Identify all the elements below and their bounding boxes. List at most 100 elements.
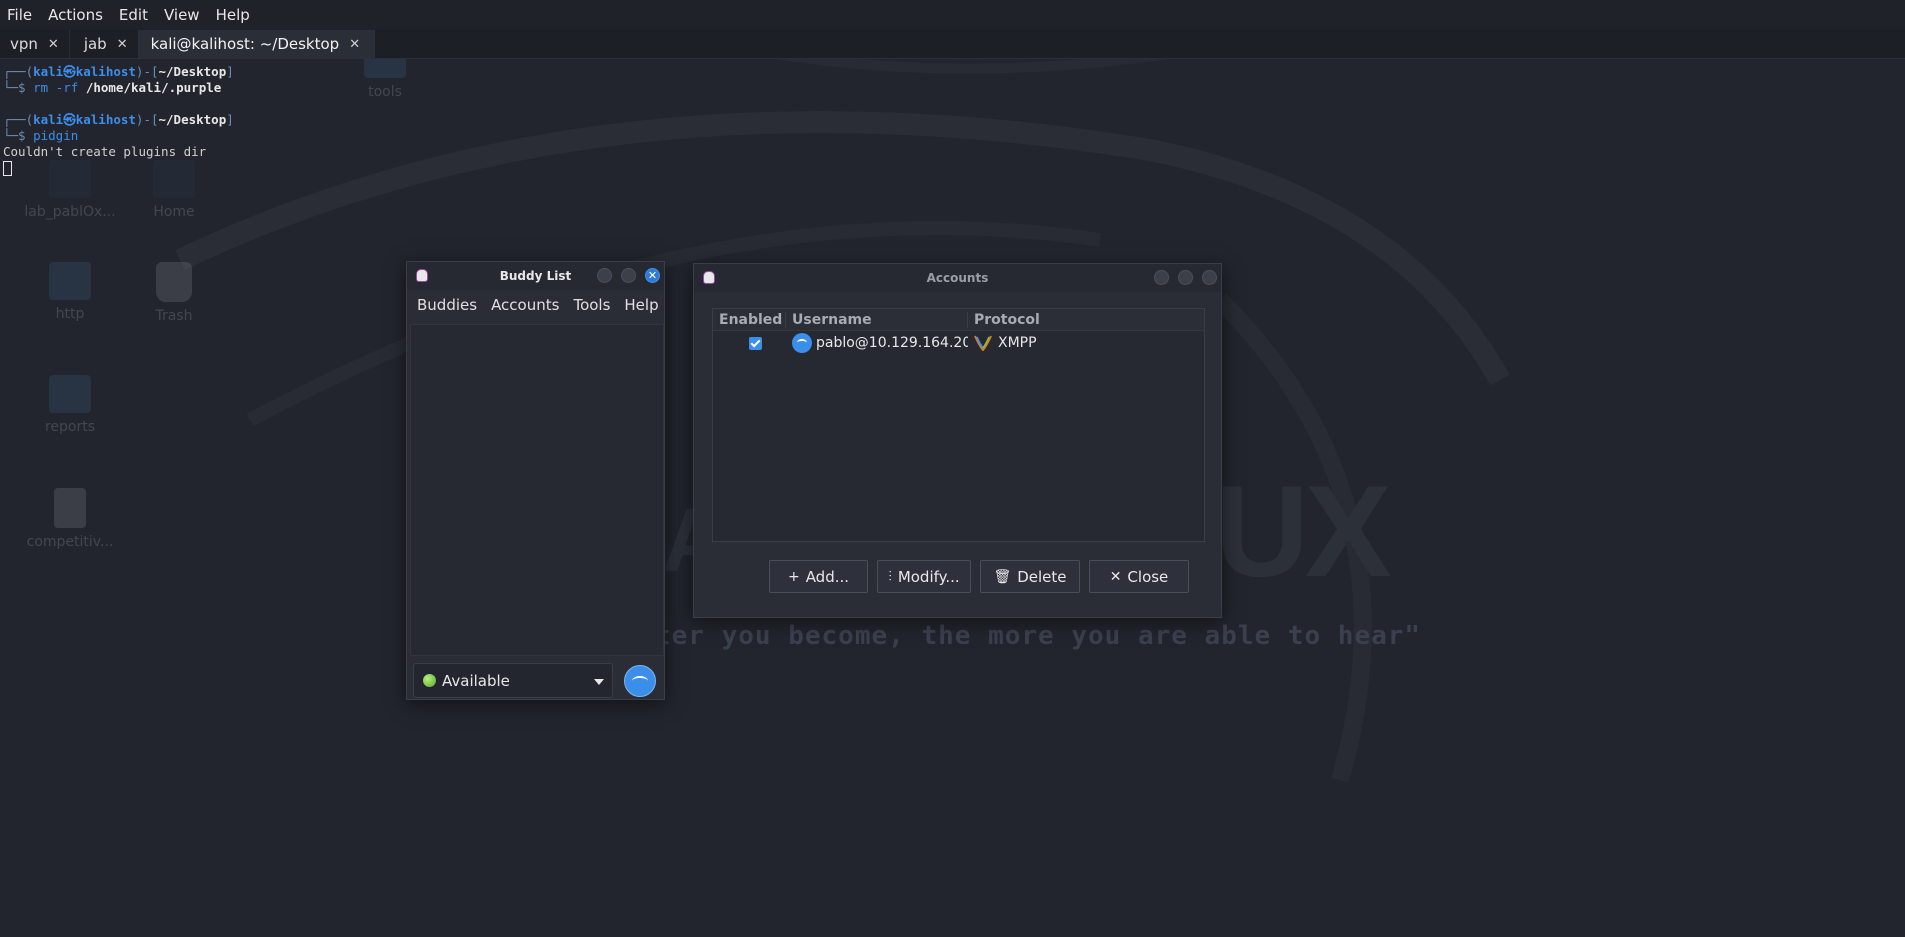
tab-vpn[interactable]: vpn ✕ — [0, 30, 70, 58]
window-title: Buddy List — [499, 269, 572, 283]
desktop-icon-label: Home — [153, 204, 195, 220]
delete-button[interactable]: 🗑 Delete — [980, 560, 1080, 593]
desktop-icon-label: tools — [368, 84, 402, 100]
buddy-list-tree[interactable] — [410, 324, 664, 656]
close-button[interactable]: ✕ — [645, 268, 660, 283]
prompt-symbol: └─$ — [3, 128, 34, 143]
column-enabled[interactable]: Enabled — [713, 311, 786, 328]
desktop-icon-label: http — [55, 306, 85, 322]
close-icon: ✕ — [1109, 568, 1122, 585]
table-row[interactable]: pablo@10.129.164.20/ XMPP — [713, 331, 1204, 355]
menu-tools[interactable]: Tools — [566, 296, 617, 314]
command-output: Couldn't create plugins dir — [3, 144, 207, 159]
status-selector[interactable]: Available — [413, 663, 613, 698]
desktop-icon-trash[interactable]: Trash — [119, 262, 229, 324]
close-icon[interactable]: ✕ — [349, 37, 360, 52]
accounts-window: Accounts Enabled Username Protocol pablo… — [693, 263, 1222, 618]
desktop-icon-label: competitiv... — [26, 534, 114, 550]
menu-accounts[interactable]: Accounts — [484, 296, 566, 314]
menu-view[interactable]: View — [156, 6, 208, 24]
tab-label: vpn — [10, 35, 38, 53]
button-label: Add... — [805, 567, 850, 586]
status-label: Available — [442, 671, 510, 690]
tab-desktop[interactable]: kali@kalihost: ~/Desktop ✕ — [138, 30, 376, 58]
protocol-text: XMPP — [998, 335, 1037, 351]
button-label: Modify... — [897, 567, 960, 586]
window-title: Accounts — [926, 271, 989, 285]
menu-actions[interactable]: Actions — [40, 6, 111, 24]
chevron-down-icon — [594, 679, 604, 685]
table-header: Enabled Username Protocol — [713, 309, 1204, 331]
wallpaper-logo-text: UX — [1215, 458, 1392, 604]
tab-label: jab — [83, 35, 107, 53]
xmpp-icon — [974, 335, 992, 351]
enabled-cell — [713, 336, 786, 350]
close-icon[interactable]: ✕ — [48, 37, 59, 52]
close-icon[interactable]: ✕ — [117, 37, 128, 52]
maximize-button[interactable] — [621, 268, 636, 283]
protocol-cell: XMPP — [968, 335, 1204, 351]
username-text: pablo@10.129.164.20/ — [816, 335, 968, 351]
settings-sliders-icon: ⫶ — [888, 568, 892, 585]
terminal-cursor — [3, 161, 12, 176]
pidgin-icon — [703, 271, 715, 284]
prompt-decoration: ] — [226, 64, 234, 79]
menu-edit[interactable]: Edit — [111, 6, 156, 24]
trash-icon: 🗑 — [993, 568, 1012, 585]
pidgin-icon — [416, 269, 428, 282]
command-flag: -rf — [48, 80, 86, 95]
menu-file[interactable]: File — [0, 6, 40, 24]
terminal-tabbar: vpn ✕ jab ✕ kali@kalihost: ~/Desktop ✕ — [0, 30, 1905, 59]
prompt-decoration: ┌──( — [3, 64, 34, 79]
menu-help[interactable]: Help — [208, 6, 258, 24]
prompt-directory: ~/Desktop — [158, 112, 227, 127]
prompt-decoration: ┌──( — [3, 112, 34, 127]
prompt-user: kali㉿kalihost — [33, 112, 136, 127]
account-avatar-button[interactable] — [624, 665, 656, 697]
maximize-button[interactable] — [1178, 270, 1193, 285]
menu-help[interactable]: Help — [617, 296, 665, 314]
modify-button[interactable]: ⫶ Modify... — [877, 560, 971, 593]
desktop-icon-label: Trash — [155, 308, 193, 324]
buddy-list-titlebar[interactable]: Buddy List ✕ — [407, 262, 664, 290]
account-avatar — [792, 333, 812, 353]
desktop-icon-label: lab_pablOx... — [24, 204, 116, 220]
prompt-decoration: )-[ — [135, 64, 159, 79]
buddy-list-menubar: Buddies Accounts Tools Help — [407, 290, 664, 320]
prompt-decoration: )-[ — [135, 112, 159, 127]
prompt-directory: ~/Desktop — [158, 64, 227, 79]
minimize-button[interactable] — [1154, 270, 1169, 285]
column-username[interactable]: Username — [786, 311, 968, 328]
plus-icon: + — [787, 568, 800, 585]
desktop-icon-competitive[interactable]: competitiv... — [15, 488, 125, 550]
add-button[interactable]: + Add... — [769, 560, 868, 593]
terminal-output[interactable]: ┌──(kali㉿kalihost)-[~/Desktop] └─$ rm -r… — [3, 64, 234, 176]
command: pidgin — [33, 128, 79, 143]
wallpaper-motto: ter you become, the more you are able to… — [655, 621, 1422, 651]
prompt-symbol: └─$ — [3, 80, 34, 95]
terminal-menubar: File Actions Edit View Help — [0, 0, 1905, 30]
close-dialog-button[interactable]: ✕ Close — [1089, 560, 1189, 593]
prompt-decoration: ] — [226, 112, 234, 127]
command: rm — [33, 80, 49, 95]
menu-buddies[interactable]: Buddies — [410, 296, 484, 314]
buddy-list-window: Buddy List ✕ Buddies Accounts Tools Help… — [406, 261, 665, 700]
tab-label: kali@kalihost: ~/Desktop — [150, 35, 340, 53]
username-cell: pablo@10.129.164.20/ — [786, 333, 968, 353]
close-button[interactable] — [1202, 270, 1217, 285]
column-protocol[interactable]: Protocol — [968, 312, 1204, 328]
desktop-icon-http[interactable]: http — [15, 262, 125, 322]
command-arg: /home/kali/.purple — [85, 80, 222, 95]
available-status-icon — [423, 674, 436, 687]
tab-jab[interactable]: jab ✕ — [70, 30, 139, 58]
desktop-icon-reports[interactable]: reports — [15, 375, 125, 435]
button-label: Close — [1127, 567, 1169, 586]
accounts-button-row: + Add... ⫶ Modify... 🗑 Delete ✕ Close — [769, 560, 1189, 593]
accounts-titlebar[interactable]: Accounts — [694, 264, 1221, 292]
minimize-button[interactable] — [597, 268, 612, 283]
accounts-table: Enabled Username Protocol pablo@10.129.1… — [712, 308, 1205, 542]
enabled-checkbox[interactable] — [749, 336, 762, 350]
desktop-icon-label: reports — [44, 419, 96, 435]
prompt-user: kali㉿kalihost — [33, 64, 136, 79]
button-label: Delete — [1017, 567, 1067, 586]
